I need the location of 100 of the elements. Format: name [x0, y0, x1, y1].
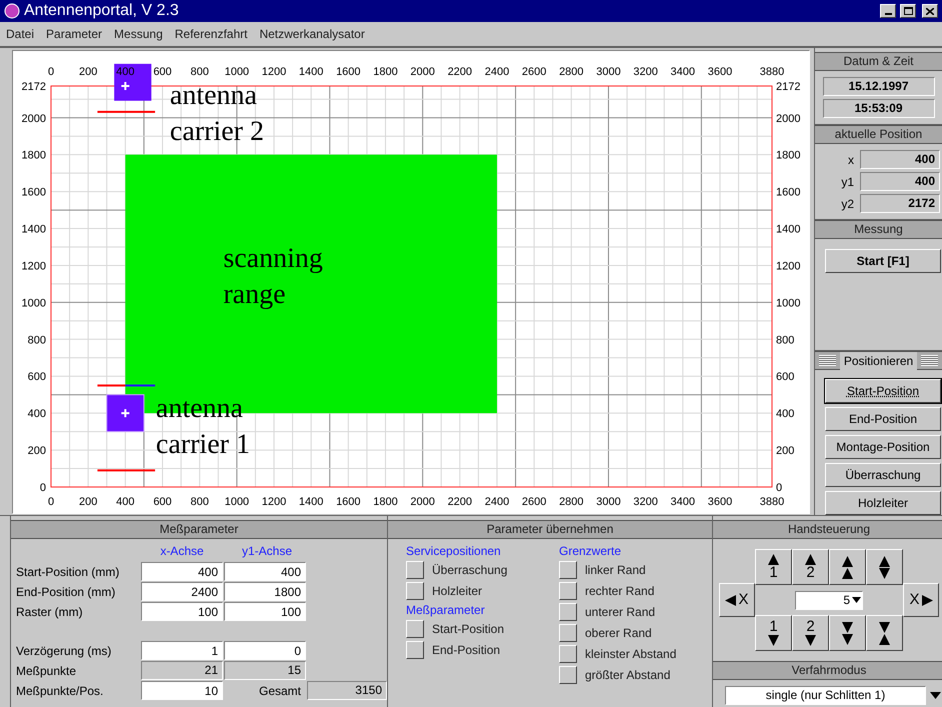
checkbox-button[interactable]	[559, 582, 577, 600]
axis-label: 1800	[22, 150, 46, 162]
axis-label: 3000	[596, 66, 621, 78]
axis-label: 2000	[776, 112, 800, 125]
down-arrow-icon	[768, 635, 779, 646]
field-label: Raster (mm)	[15, 604, 84, 620]
antenna-carrier	[106, 394, 144, 432]
input-field[interactable]: 400	[224, 562, 306, 581]
axis-label: 800	[190, 496, 209, 508]
axis-label: 1600	[336, 66, 361, 78]
axis-label: 3200	[633, 66, 658, 78]
move-left-button[interactable]: X	[719, 583, 755, 617]
move-button[interactable]	[829, 615, 866, 651]
move-button[interactable]	[829, 549, 866, 585]
axis-label: 600	[28, 371, 46, 384]
checkbox-button[interactable]	[406, 561, 424, 579]
move-button[interactable]: 2	[792, 615, 829, 651]
menu-item[interactable]: Netzwerkanalysator	[259, 25, 365, 43]
input-field[interactable]: 0	[224, 641, 306, 660]
move-right-button[interactable]: X	[903, 583, 939, 617]
position-button[interactable]: Start-Position	[825, 379, 941, 403]
checkbox-button[interactable]	[559, 645, 577, 663]
start-button[interactable]: Start [F1]	[825, 249, 941, 273]
axis-label: 1600	[22, 186, 46, 199]
input-field[interactable]: 1	[141, 641, 223, 660]
maximize-icon	[904, 7, 912, 15]
move-button[interactable]	[866, 549, 903, 585]
readout: 15	[224, 661, 306, 680]
axis-label: 1200	[262, 496, 286, 508]
checkbox-button[interactable]	[559, 666, 577, 684]
move-button[interactable]: 2	[792, 549, 829, 585]
menu-item[interactable]: Datei	[6, 25, 34, 43]
position-button[interactable]: Überraschung	[825, 463, 941, 487]
group-title: Servicepositionen	[406, 543, 502, 558]
position-button[interactable]: End-Position	[825, 407, 941, 431]
field-label: Gesamt	[258, 682, 302, 700]
axis-label: 200	[28, 445, 46, 458]
input-field[interactable]: 1800	[224, 582, 306, 601]
dropdown-caret-icon	[852, 597, 861, 603]
input-field[interactable]: 400	[141, 562, 223, 581]
move-button[interactable]: 1	[755, 549, 792, 585]
axis-label: 2000	[410, 496, 435, 508]
up-arrow-icon	[842, 568, 853, 578]
axis-label: 800	[190, 66, 209, 78]
menu-item[interactable]: Messung	[114, 25, 163, 43]
axis-label: 3880	[760, 66, 784, 78]
readout: 15.12.1997	[822, 77, 934, 96]
checkbox-label: Holzleiter	[432, 583, 482, 600]
checkbox-button[interactable]	[406, 620, 424, 638]
position-button[interactable]: Montage-Position	[825, 435, 941, 459]
section-header: Verfahrmodus	[713, 661, 942, 680]
axis-label: 1800	[373, 66, 398, 78]
axis-label: 1600	[336, 496, 361, 508]
maximize-button[interactable]	[900, 4, 916, 18]
right-arrow-icon	[922, 594, 932, 606]
menu-item[interactable]: Referenzfahrt	[174, 25, 248, 43]
close-button[interactable]	[922, 4, 938, 18]
axis-name: y2	[841, 196, 854, 212]
axis-label: 1400	[776, 224, 800, 236]
group-title: Meßparameter	[406, 602, 486, 617]
position-button[interactable]: Holzleiter	[825, 491, 941, 515]
input-field[interactable]: 10	[141, 681, 223, 700]
section-header: Parameter übernehmen	[388, 520, 712, 539]
window-title: Antennenportal, V 2.3	[24, 1, 179, 21]
move-button[interactable]	[866, 615, 903, 651]
section-header: Datum & Zeit	[815, 52, 942, 71]
grip-stripes	[819, 355, 836, 366]
checkbox-label: kleinster Abstand	[585, 646, 676, 663]
minimize-button[interactable]	[880, 4, 896, 18]
axis-label: 3600	[708, 496, 732, 508]
column-header: x-Achse	[159, 543, 205, 560]
input-field[interactable]: 100	[141, 602, 223, 621]
menu-item[interactable]: Parameter	[46, 25, 102, 43]
move-button[interactable]: 1	[755, 615, 792, 651]
checkbox-button[interactable]	[406, 582, 424, 600]
readout: 400	[860, 150, 940, 169]
axis-label: 2200	[448, 66, 472, 78]
step-dropdown[interactable]: 5	[795, 590, 863, 610]
checkbox-button[interactable]	[559, 624, 577, 642]
field-label: End-Position (mm)	[15, 584, 116, 600]
axis-label: 200	[78, 66, 98, 78]
minimize-icon	[884, 13, 892, 15]
checkbox-button[interactable]	[559, 561, 577, 579]
down-arrow-icon	[879, 622, 890, 632]
field-label: Start-Position (mm)	[15, 564, 120, 580]
axis-label: 600	[153, 66, 172, 78]
axis-label: 400	[28, 408, 46, 420]
input-field[interactable]: 100	[224, 602, 306, 621]
input-field[interactable]: 2400	[141, 582, 223, 601]
field-label: Meßpunkte/Pos.	[15, 682, 104, 700]
axis-label: 2172	[776, 81, 800, 93]
readout: 400	[860, 172, 940, 191]
checkbox-label: Überraschung	[432, 562, 508, 579]
down-arrow-icon	[842, 634, 853, 644]
checkbox-button[interactable]	[406, 641, 424, 659]
axis-label: 2172	[22, 81, 46, 93]
checkbox-label: Start-Position	[432, 621, 504, 638]
up-arrow-icon	[768, 554, 779, 565]
checkbox-button[interactable]	[559, 603, 577, 621]
axis-label: 200	[776, 445, 794, 458]
